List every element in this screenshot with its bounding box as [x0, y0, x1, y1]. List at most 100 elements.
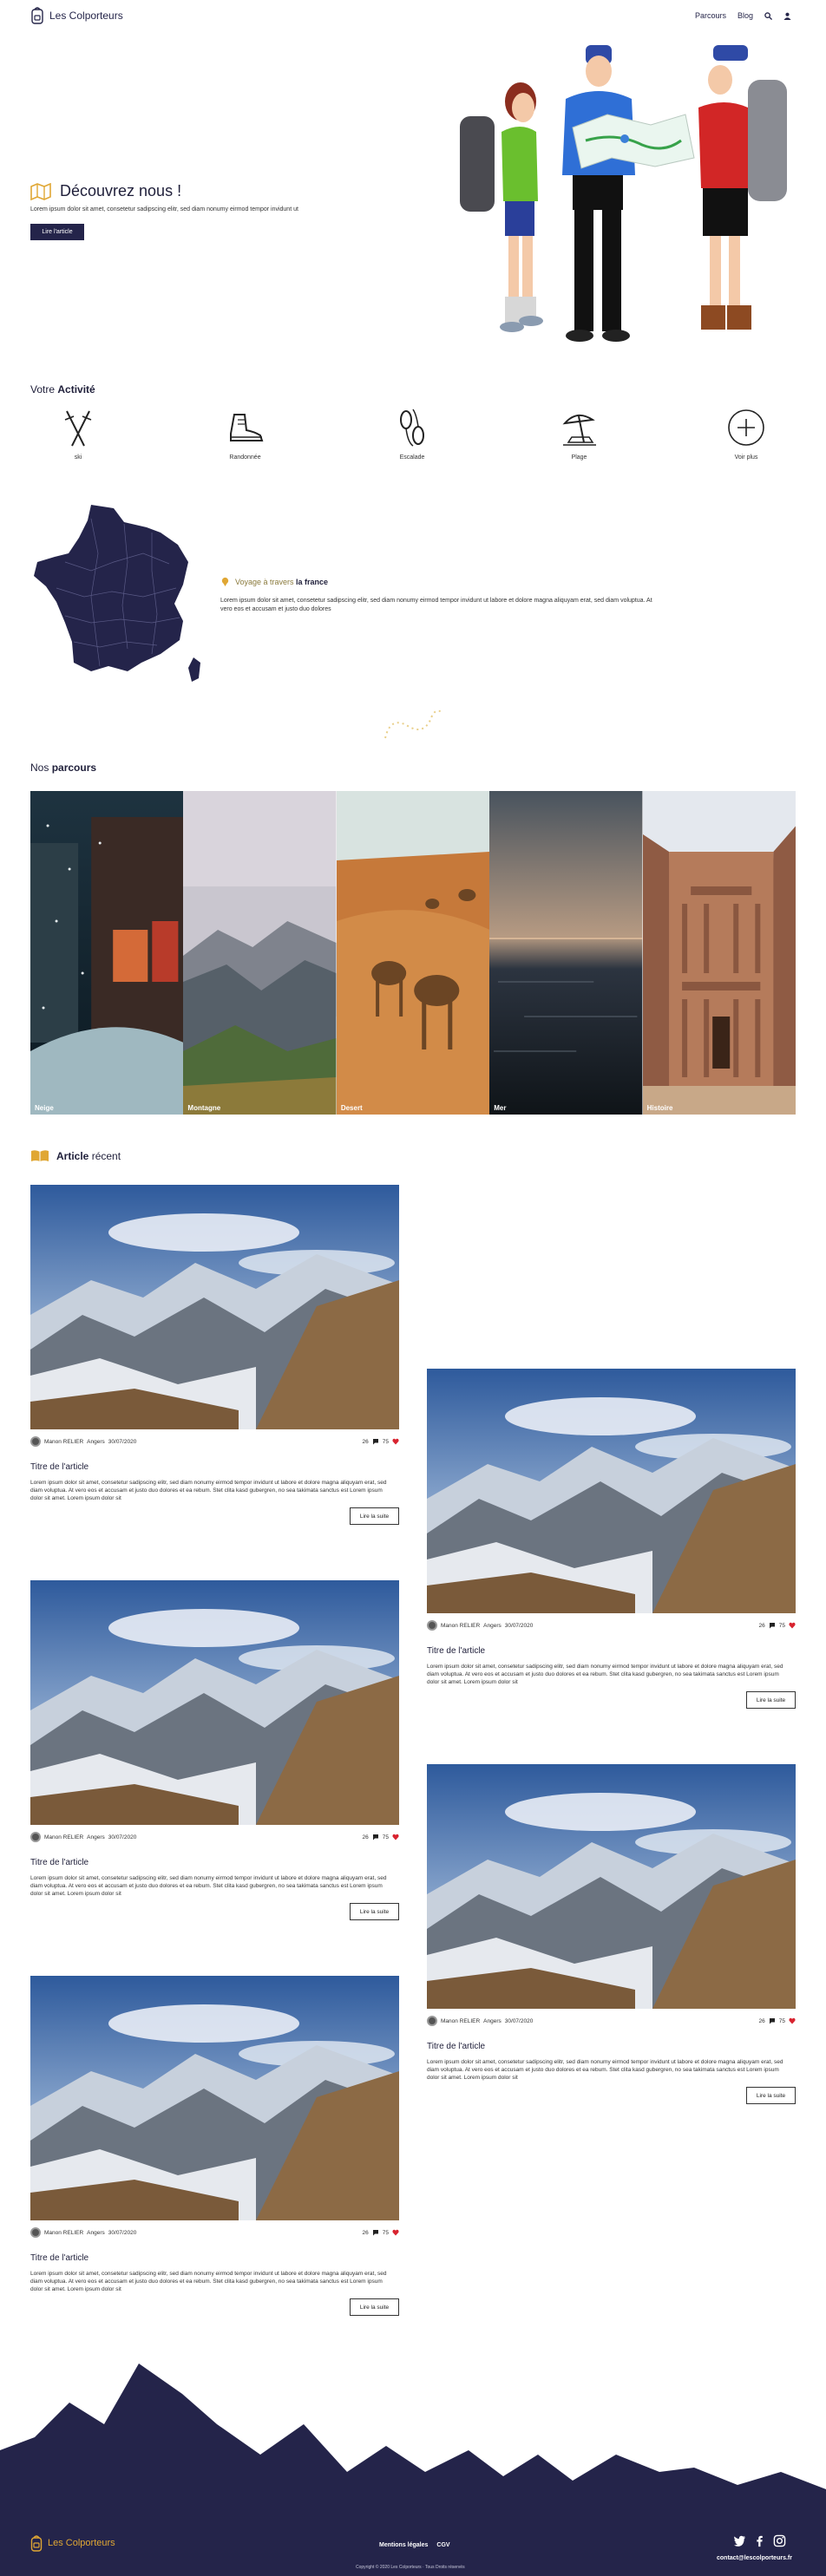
- twitter-icon[interactable]: [733, 2534, 746, 2547]
- desert-camels-photo: [336, 791, 490, 1115]
- heart-icon[interactable]: [789, 2017, 796, 2024]
- article-excerpt: Lorem ipsum dolor sit amet, consetetur s…: [30, 1875, 387, 1897]
- article-title[interactable]: Titre de l'article: [30, 1858, 399, 1867]
- hero-heading: Découvrez nous !: [30, 182, 181, 200]
- article-card[interactable]: Manon RELIER Angers 30/07/2020 26 75 Tit…: [427, 1764, 796, 2104]
- open-map-icon: [30, 182, 51, 200]
- like-count: 75: [382, 1834, 389, 1840]
- article-card[interactable]: Manon RELIER Angers 30/07/2020 26 75 Tit…: [30, 1185, 399, 1525]
- article-date: 30/07/2020: [504, 1622, 534, 1629]
- article-excerpt: Lorem ipsum dolor sit amet, consetetur s…: [427, 2059, 783, 2081]
- article-excerpt: Lorem ipsum dolor sit amet, consetetur s…: [30, 2271, 387, 2292]
- mountain-silhouette-background: [0, 2364, 826, 2576]
- climbing-icon: [400, 409, 424, 447]
- france-title-prefix: Voyage à travers: [235, 577, 297, 586]
- ski-icon: [64, 410, 92, 447]
- parcours-tile-snow[interactable]: Neige: [30, 791, 184, 1115]
- article-place: Angers: [483, 2017, 502, 2024]
- article-title[interactable]: Titre de l'article: [30, 1462, 399, 1472]
- parcours-tile-sea[interactable]: Mer: [489, 791, 643, 1115]
- nav-parcours[interactable]: Parcours: [695, 11, 726, 20]
- comment-count: 26: [362, 2229, 369, 2236]
- dotted-path-decoration: [384, 709, 443, 739]
- activity-climbing[interactable]: Escalade: [364, 408, 460, 461]
- read-article-button[interactable]: Lire l'article: [30, 224, 84, 240]
- open-book-icon: [31, 1150, 49, 1161]
- activity-label: Escalade: [399, 454, 425, 461]
- activity-hiking[interactable]: Randonnée: [198, 408, 293, 461]
- nav-blog[interactable]: Blog: [738, 11, 753, 20]
- article-meta: Manon RELIER Angers 30/07/2020 26 75: [30, 1436, 399, 1447]
- cgv-link[interactable]: CGV: [436, 2542, 449, 2548]
- article-date: 30/07/2020: [108, 1438, 137, 1445]
- article-author: Manon RELIER: [44, 2229, 84, 2236]
- read-more-button[interactable]: Lire la suite: [350, 2298, 399, 2316]
- article-author: Manon RELIER: [44, 1438, 84, 1445]
- article-meta: Manon RELIER Angers 30/07/2020 26 75: [30, 1832, 399, 1842]
- france-heading: Voyage à travers la france: [220, 577, 328, 586]
- contact-email[interactable]: contact@lescolporteurs.fr: [717, 2555, 792, 2561]
- instagram-icon[interactable]: [773, 2534, 786, 2547]
- legal-notice-link[interactable]: Mentions légales: [379, 2542, 428, 2548]
- article-author: Manon RELIER: [441, 2017, 481, 2024]
- articles-heading: Article récent: [30, 1149, 121, 1162]
- tile-label: Neige: [35, 1104, 54, 1112]
- parcours-tile-history[interactable]: Histoire: [642, 791, 796, 1115]
- article-meta: Manon RELIER Angers 30/07/2020 26 75: [427, 1620, 796, 1631]
- article-card[interactable]: Manon RELIER Angers 30/07/2020 26 75 Tit…: [30, 1580, 399, 1920]
- activities-title-prefix: Votre: [30, 383, 58, 396]
- activity-label: Randonnée: [229, 454, 261, 461]
- sea-sunset-photo: [489, 791, 643, 1115]
- comment-icon[interactable]: [372, 1438, 379, 1445]
- comment-icon[interactable]: [769, 2017, 776, 2024]
- brand-logo[interactable]: Les Colporteurs: [30, 6, 123, 25]
- article-card[interactable]: Manon RELIER Angers 30/07/2020 26 75 Tit…: [30, 1976, 399, 2316]
- article-place: Angers: [87, 2229, 105, 2236]
- footer-links: Mentions légales CGV: [379, 2542, 450, 2548]
- like-count: 75: [778, 1622, 785, 1629]
- read-more-button[interactable]: Lire la suite: [350, 1507, 399, 1525]
- hero-title: Découvrez nous !: [60, 182, 182, 199]
- search-icon[interactable]: [764, 11, 772, 20]
- heart-icon[interactable]: [789, 1622, 796, 1629]
- read-more-button[interactable]: Lire la suite: [746, 1691, 796, 1709]
- brand-name: Les Colporteurs: [49, 10, 123, 22]
- backpack-icon: [31, 7, 43, 24]
- article-excerpt: Lorem ipsum dolor sit amet, consetetur s…: [30, 1480, 387, 1501]
- comment-icon[interactable]: [769, 1622, 776, 1629]
- article-excerpt: Lorem ipsum dolor sit amet, consetetur s…: [427, 1664, 783, 1685]
- heart-icon[interactable]: [392, 1438, 399, 1445]
- parcours-tile-desert[interactable]: Desert: [336, 791, 490, 1115]
- social-links: [733, 2534, 786, 2547]
- heart-icon[interactable]: [392, 2229, 399, 2236]
- article-meta: Manon RELIER Angers 30/07/2020 26 75: [427, 2016, 796, 2026]
- petra-monument-photo: [642, 791, 796, 1115]
- activity-label: ski: [74, 454, 82, 461]
- snow-street-photo: [30, 791, 184, 1115]
- comment-icon[interactable]: [372, 2229, 379, 2236]
- facebook-icon[interactable]: [753, 2534, 766, 2547]
- activity-ski[interactable]: ski: [30, 408, 126, 461]
- article-title[interactable]: Titre de l'article: [30, 2253, 399, 2263]
- copyright: Copyright © 2020 Les Colporteurs · Tous …: [356, 2565, 465, 2570]
- article-title[interactable]: Titre de l'article: [427, 1646, 796, 1656]
- article-place: Angers: [483, 1622, 502, 1629]
- parcours-heading: Nos parcours: [30, 762, 96, 774]
- footer-logo[interactable]: Les Colporteurs: [30, 2534, 115, 2552]
- user-icon[interactable]: [783, 12, 791, 20]
- article-card[interactable]: Manon RELIER Angers 30/07/2020 26 75 Tit…: [427, 1369, 796, 1709]
- france-map[interactable]: [30, 501, 204, 685]
- comment-icon[interactable]: [372, 1834, 379, 1840]
- articles-title-bold: Article: [56, 1149, 89, 1162]
- parcours-tile-mountain[interactable]: Montagne: [183, 791, 337, 1115]
- like-count: 75: [778, 2017, 785, 2024]
- map-pin-icon: [221, 577, 229, 586]
- heart-icon[interactable]: [392, 1834, 399, 1840]
- read-more-button[interactable]: Lire la suite: [350, 1903, 399, 1920]
- mountain-article-photo: [30, 1976, 399, 2220]
- activity-more[interactable]: Voir plus: [698, 408, 794, 461]
- activity-label: Plage: [571, 454, 587, 461]
- article-title[interactable]: Titre de l'article: [427, 2042, 796, 2051]
- activity-beach[interactable]: Plage: [532, 408, 627, 461]
- read-more-button[interactable]: Lire la suite: [746, 2087, 796, 2104]
